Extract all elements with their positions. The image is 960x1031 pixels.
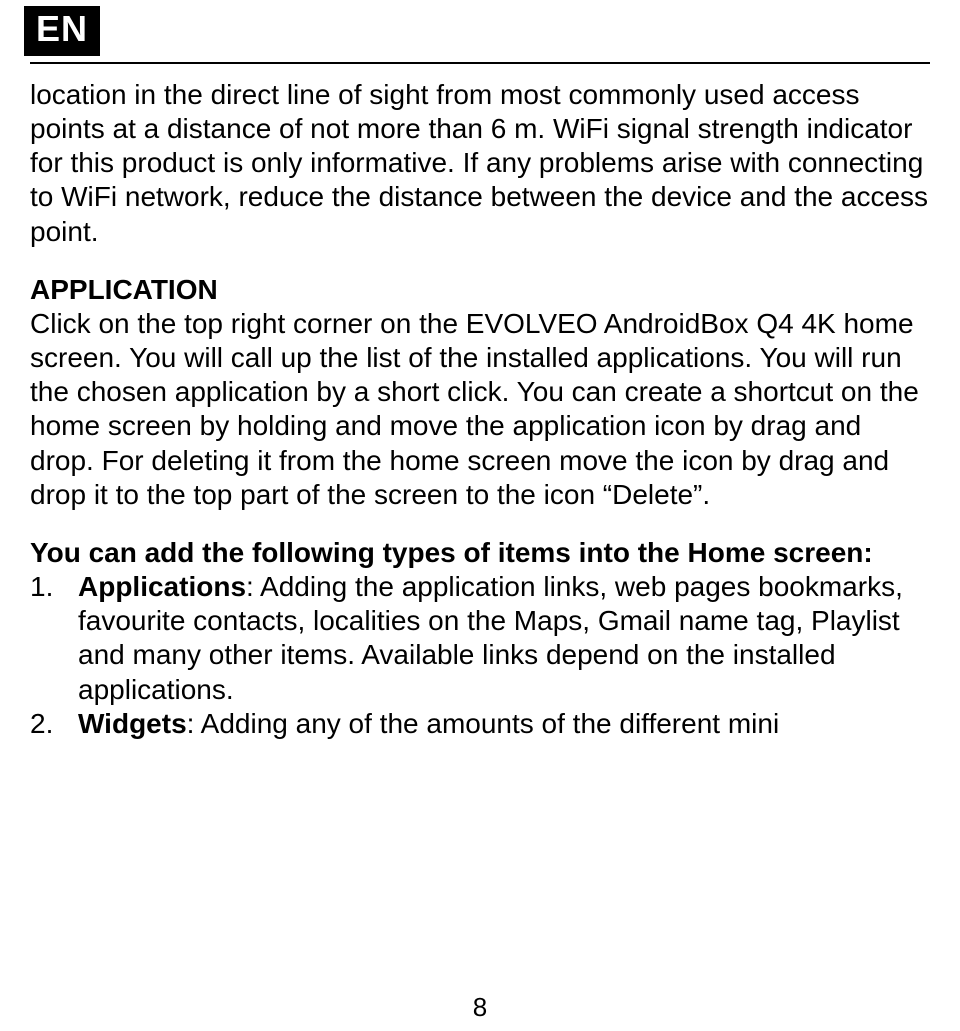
list-item-label: Applications bbox=[78, 571, 246, 602]
paragraph-application: Click on the top right corner on the EVO… bbox=[30, 308, 919, 510]
list-item: Widgets: Adding any of the amounts of th… bbox=[30, 707, 930, 741]
page-number: 8 bbox=[0, 992, 960, 1023]
language-badge: EN bbox=[24, 6, 100, 56]
paragraph-wifi: location in the direct line of sight fro… bbox=[30, 78, 930, 249]
top-divider bbox=[30, 62, 930, 64]
home-items-list: Applications: Adding the application lin… bbox=[30, 570, 930, 741]
list-item: Applications: Adding the application lin… bbox=[30, 570, 930, 707]
section-title-application: APPLICATION bbox=[30, 273, 930, 307]
list-item-label: Widgets bbox=[78, 708, 187, 739]
subhead-home-items: You can add the following types of items… bbox=[30, 536, 930, 570]
list-item-text: : Adding any of the amounts of the diffe… bbox=[187, 708, 780, 739]
